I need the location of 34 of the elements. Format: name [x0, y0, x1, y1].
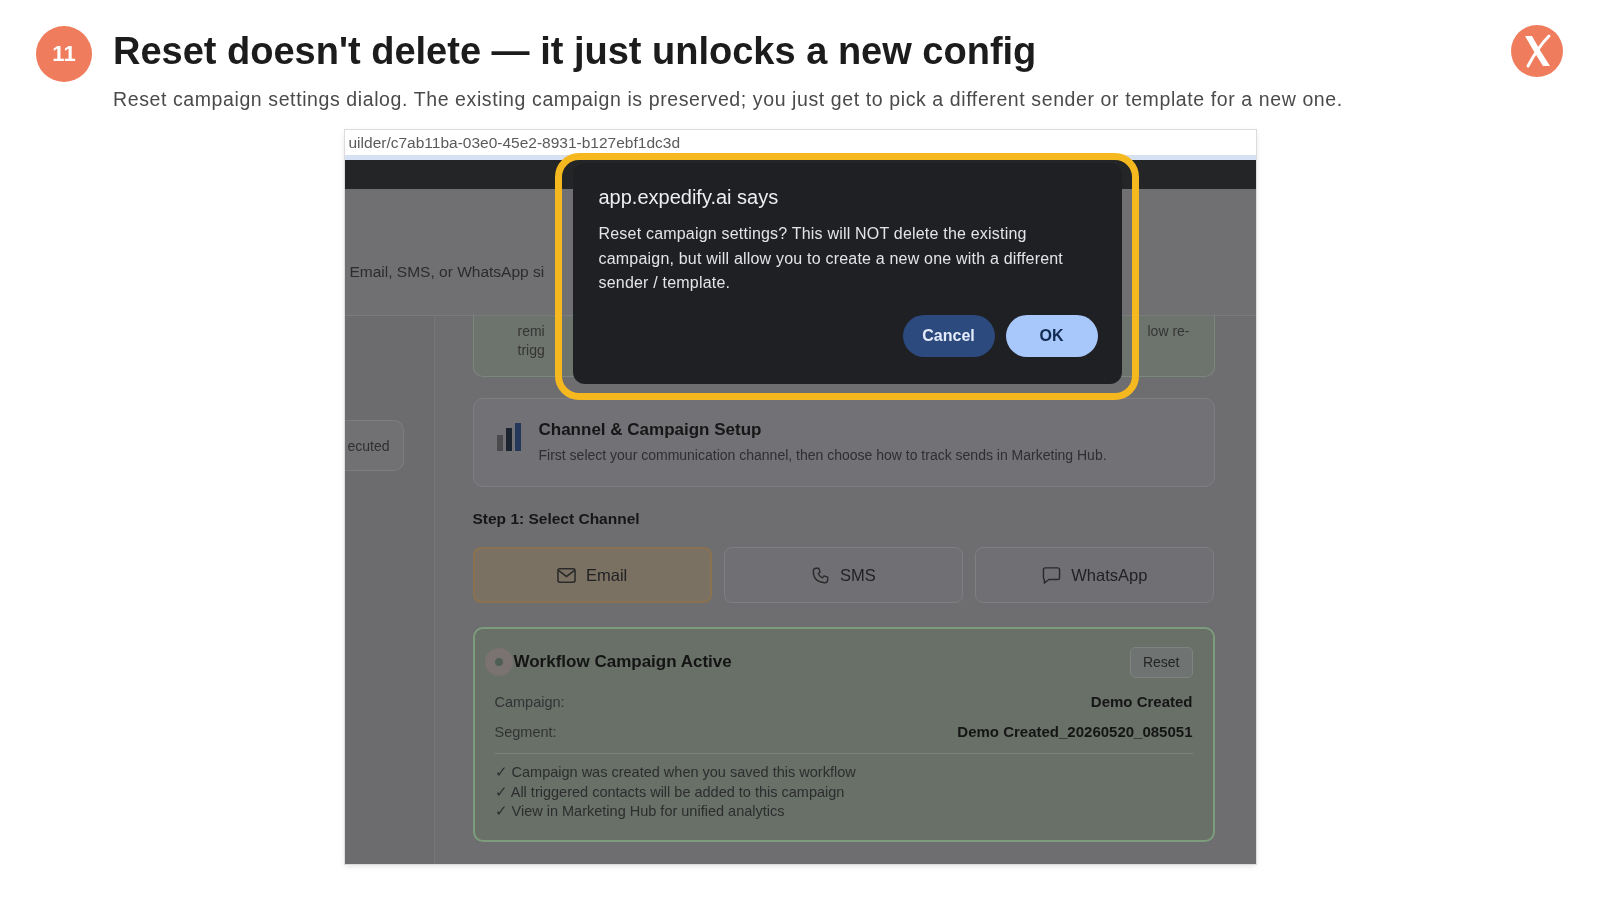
channel-option[interactable]: Email [472, 547, 712, 603]
bar-chart-icon [496, 423, 521, 451]
slide-title: Reset doesn't delete — it just unlocks a new config [113, 29, 1037, 74]
channel-option[interactable]: WhatsApp [975, 547, 1215, 603]
url-text: uilder/c7ab11ba-03e0-45e2-8931-b127ebf1dc3d [347, 133, 680, 152]
step-number: 11 [36, 26, 92, 82]
channel-option[interactable]: SMS [723, 547, 964, 603]
field-value: Demo Created_20260520_085051 [957, 722, 1193, 742]
dialog-button[interactable]: Cancel [902, 314, 995, 357]
field-value: Demo Created [1090, 692, 1193, 712]
dialog-button[interactable]: OK [1005, 314, 1098, 357]
status-dot-icon [484, 648, 513, 676]
check-note: ✓ All triggered contacts will be added to this campaign [494, 782, 845, 802]
card-title: Channel & Campaign Setup [538, 420, 762, 440]
phone-icon [811, 566, 831, 584]
check-note: ✓ View in Marketing Hub for unified analytics [494, 802, 785, 821]
dialog-message: Reset campaign settings? This will NOT delete the existing campaign, but will allow you to create a new one with a different sender / template. [598, 224, 1064, 293]
header-text: Email, SMS, or WhatsApp si [349, 263, 545, 280]
reset-button[interactable]: Reset [1129, 646, 1193, 678]
card-text: low re- [1147, 322, 1190, 341]
card-title: Workflow Campaign Active [513, 652, 732, 672]
dialog-title: app.expedify.ai says [598, 185, 779, 209]
step-label: Step 1: Select Channel [472, 509, 640, 529]
card-text: trigg [517, 341, 545, 360]
card-text: remi [517, 322, 545, 341]
check-note: ✓ Campaign was created when you saved this workflow [494, 763, 856, 782]
chat-bubble-icon [1042, 566, 1062, 584]
x-logo-icon [1511, 25, 1563, 77]
field-label: Campaign: [494, 693, 565, 712]
card-description: First select your communication channel, then choose how to track sends in Marketing Hub. [538, 446, 1107, 464]
status-chip: ecuted [344, 420, 404, 471]
slide-subtitle: Reset campaign settings dialog. The existing campaign is preserved; you just get to pick a different sender or template for a new one. [113, 88, 1343, 110]
envelope-icon [557, 566, 577, 584]
field-label: Segment: [494, 723, 557, 742]
